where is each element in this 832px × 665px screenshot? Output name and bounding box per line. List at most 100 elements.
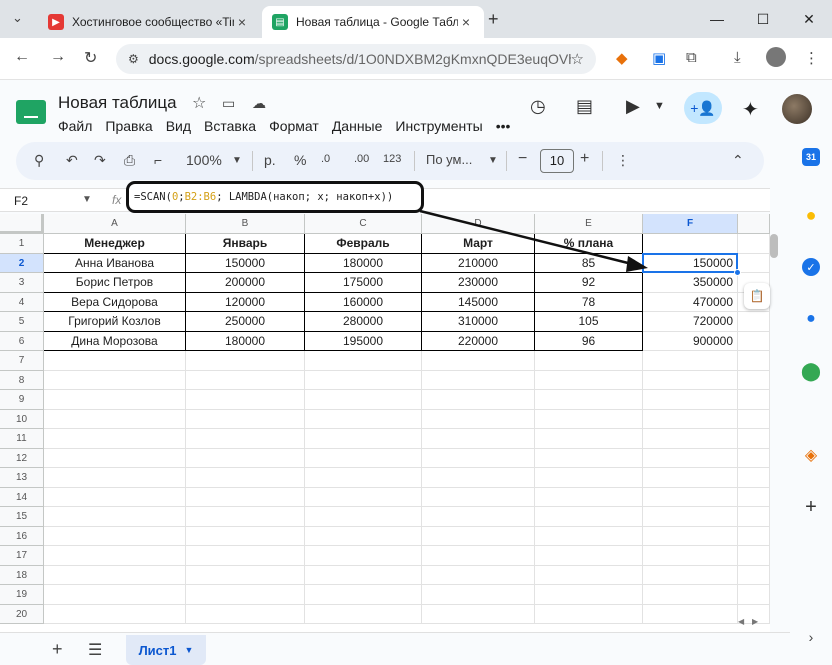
- empty-cell[interactable]: [305, 507, 422, 527]
- extensions-puzzle-icon[interactable]: ⧉: [686, 49, 697, 66]
- close-tab-icon[interactable]: ×: [234, 14, 250, 30]
- menu-format[interactable]: Формат: [269, 118, 319, 134]
- menu-dots-icon[interactable]: ⋮: [804, 49, 819, 67]
- empty-cell[interactable]: [738, 409, 770, 429]
- empty-cell[interactable]: [422, 468, 535, 488]
- empty-cell[interactable]: [738, 351, 770, 371]
- browser-tab-sheets[interactable]: ▤ Новая таблица - Google Табли ×: [262, 6, 484, 38]
- row-header-2[interactable]: 2: [0, 253, 44, 273]
- increase-decimal-button[interactable]: .00: [354, 153, 369, 165]
- empty-cell[interactable]: [186, 565, 305, 585]
- data-cell[interactable]: Дина Морозова: [44, 331, 186, 351]
- keep-bulb-icon[interactable]: ●: [798, 202, 824, 228]
- empty-cell[interactable]: [44, 370, 186, 390]
- search-menus-icon[interactable]: ⚲: [34, 152, 44, 169]
- data-cell[interactable]: 160000: [305, 292, 422, 312]
- empty-cell[interactable]: [186, 585, 305, 605]
- empty-cell[interactable]: [535, 390, 643, 410]
- column-header-empty[interactable]: [738, 214, 770, 234]
- empty-cell[interactable]: [738, 234, 770, 254]
- row-header-20[interactable]: 20: [0, 604, 44, 624]
- empty-cell[interactable]: [738, 546, 770, 566]
- bookmark-star-icon[interactable]: ☆: [571, 50, 584, 68]
- scroll-left-icon[interactable]: ◀: [738, 617, 744, 626]
- decrease-decimal-button[interactable]: .0: [321, 153, 330, 165]
- data-cell[interactable]: Борис Петров: [44, 273, 186, 293]
- meet-camera-icon[interactable]: ▶: [626, 96, 640, 117]
- empty-cell[interactable]: [422, 565, 535, 585]
- empty-cell[interactable]: [44, 546, 186, 566]
- row-header-14[interactable]: 14: [0, 487, 44, 507]
- select-all-corner[interactable]: [0, 214, 44, 234]
- empty-cell[interactable]: [738, 448, 770, 468]
- empty-cell[interactable]: [643, 448, 738, 468]
- minimize-icon[interactable]: —: [694, 0, 740, 38]
- data-cell[interactable]: 250000: [186, 312, 305, 332]
- menu-view[interactable]: Вид: [166, 118, 191, 134]
- empty-cell[interactable]: [643, 487, 738, 507]
- empty-cell[interactable]: [186, 507, 305, 527]
- empty-cell[interactable]: [535, 370, 643, 390]
- empty-cell[interactable]: [422, 351, 535, 371]
- empty-cell[interactable]: [44, 390, 186, 410]
- data-cell[interactable]: Григорий Козлов: [44, 312, 186, 332]
- row-header-8[interactable]: 8: [0, 370, 44, 390]
- user-avatar[interactable]: [782, 94, 812, 124]
- all-sheets-icon[interactable]: ☰: [88, 640, 102, 660]
- empty-cell[interactable]: [738, 390, 770, 410]
- empty-cell[interactable]: [186, 370, 305, 390]
- expand-panel-icon[interactable]: ›: [798, 624, 824, 650]
- empty-cell[interactable]: [186, 429, 305, 449]
- empty-cell[interactable]: [44, 487, 186, 507]
- data-cell[interactable]: Анна Иванова: [44, 253, 186, 273]
- back-icon[interactable]: ←: [14, 48, 30, 66]
- empty-cell[interactable]: [186, 448, 305, 468]
- empty-cell[interactable]: [535, 604, 643, 624]
- empty-cell[interactable]: [738, 312, 770, 332]
- reload-icon[interactable]: ↻: [84, 48, 97, 68]
- empty-cell[interactable]: [422, 507, 535, 527]
- data-cell[interactable]: 78: [535, 292, 643, 312]
- empty-cell[interactable]: [422, 429, 535, 449]
- row-header-9[interactable]: 9: [0, 390, 44, 410]
- column-header-f[interactable]: F: [643, 214, 738, 234]
- zoom-chevron-icon[interactable]: ▼: [232, 155, 242, 166]
- row-header-19[interactable]: 19: [0, 585, 44, 605]
- empty-cell[interactable]: [643, 565, 738, 585]
- data-cell[interactable]: Вера Сидорова: [44, 292, 186, 312]
- header-cell[interactable]: % плана: [535, 234, 643, 254]
- empty-cell[interactable]: [535, 448, 643, 468]
- scroll-right-icon[interactable]: ▶: [752, 617, 758, 626]
- result-cell[interactable]: 900000: [643, 331, 738, 351]
- tasks-check-icon[interactable]: ✓: [798, 254, 824, 280]
- empty-cell[interactable]: [305, 604, 422, 624]
- fill-handle[interactable]: [734, 269, 741, 276]
- empty-cell[interactable]: [738, 585, 770, 605]
- sheet-tab-active[interactable]: Лист1 ▼: [126, 635, 206, 665]
- empty-cell[interactable]: [535, 546, 643, 566]
- data-cell[interactable]: 200000: [186, 273, 305, 293]
- empty-cell[interactable]: [422, 546, 535, 566]
- column-header-d[interactable]: D: [422, 214, 535, 234]
- row-header-6[interactable]: 6: [0, 331, 44, 351]
- empty-cell[interactable]: [535, 526, 643, 546]
- menu-data[interactable]: Данные: [332, 118, 383, 134]
- empty-cell[interactable]: [738, 468, 770, 488]
- data-cell[interactable]: 96: [535, 331, 643, 351]
- result-cell[interactable]: 720000: [643, 312, 738, 332]
- font-size-decrease-icon[interactable]: −: [518, 150, 527, 168]
- row-header-10[interactable]: 10: [0, 409, 44, 429]
- column-header-c[interactable]: C: [305, 214, 422, 234]
- paste-options-icon[interactable]: 📋: [744, 283, 770, 309]
- calendar-icon[interactable]: 31: [802, 148, 820, 166]
- empty-cell[interactable]: [643, 370, 738, 390]
- data-cell[interactable]: 280000: [305, 312, 422, 332]
- currency-format-button[interactable]: р.: [264, 152, 276, 168]
- close-window-icon[interactable]: ✕: [786, 0, 832, 38]
- undo-icon[interactable]: ↶: [66, 152, 78, 169]
- spreadsheet-grid[interactable]: A B C D E F 1 Менеджер Январь Февраль Март% плана 2…: [0, 214, 770, 632]
- menu-file[interactable]: Файл: [58, 118, 92, 134]
- row-header-1[interactable]: 1: [0, 234, 44, 254]
- data-cell[interactable]: 210000: [422, 253, 535, 273]
- row-header-15[interactable]: 15: [0, 507, 44, 527]
